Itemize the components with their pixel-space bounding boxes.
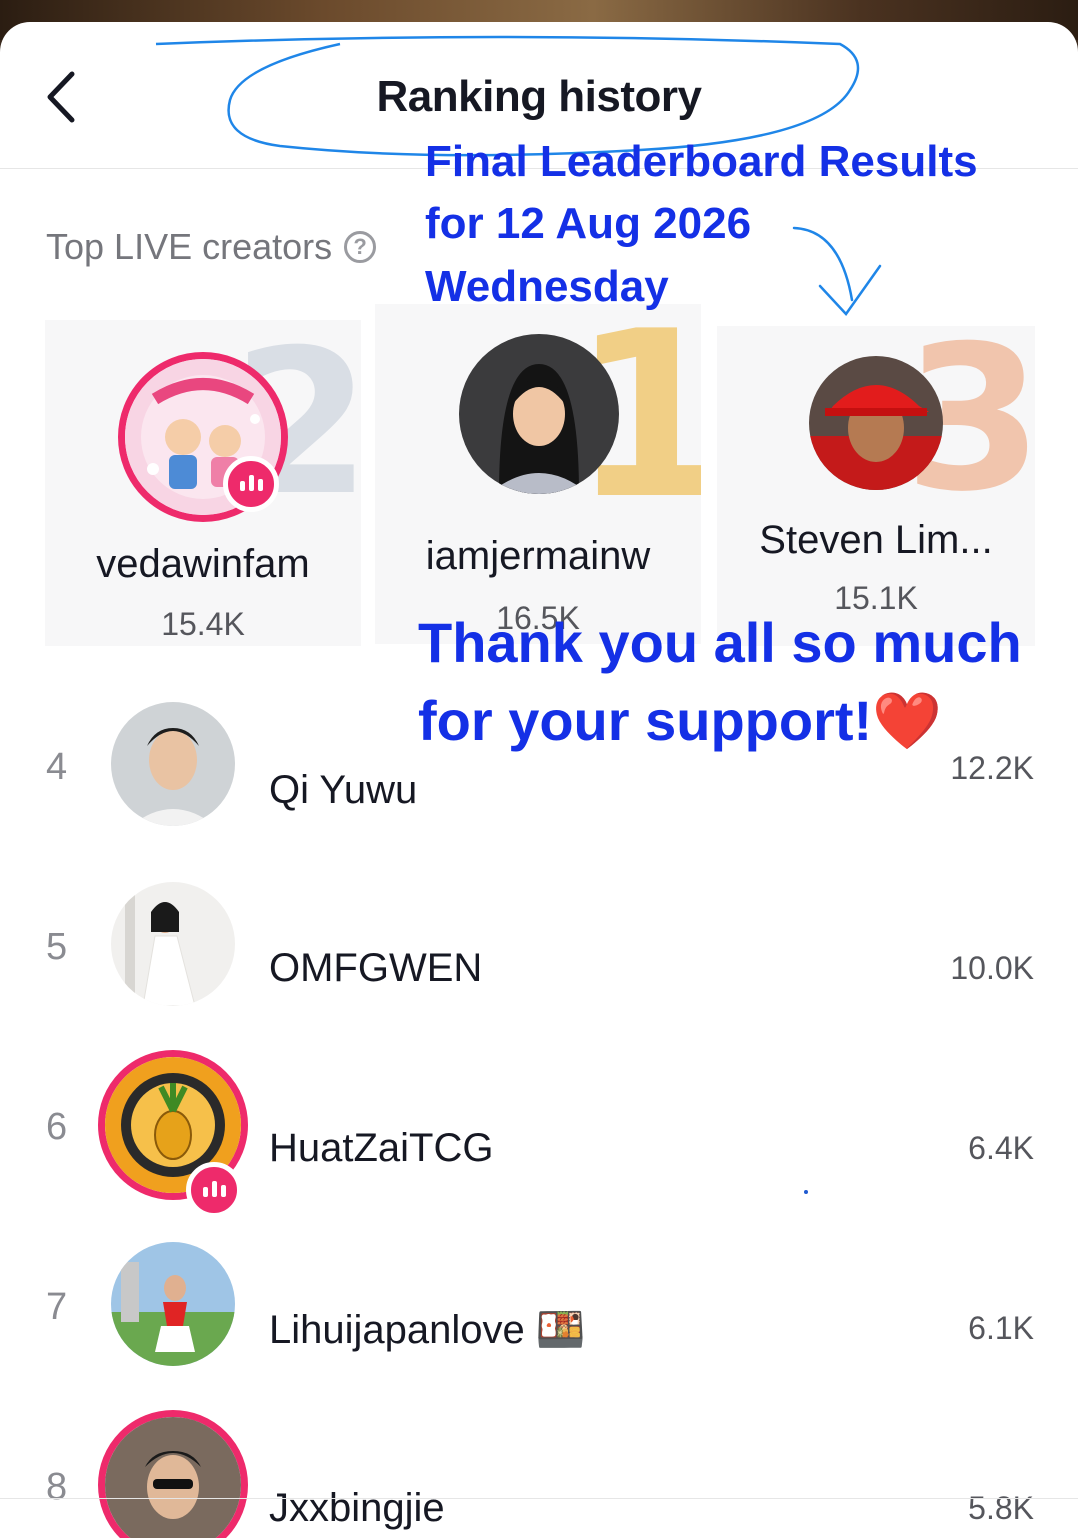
ranking-sheet: Ranking history Top LIVE creators ? 2 ve… [0, 22, 1078, 1538]
section-label: Top LIVE creators [46, 226, 333, 267]
avatar [98, 1410, 248, 1538]
rank-number: 5 [46, 926, 68, 968]
section-header: Top LIVE creators ? [46, 226, 377, 268]
annotation-line-3: Wednesday [425, 262, 669, 311]
annotation-thanks-2: for your support!❤️ [418, 689, 942, 752]
creator-score: 6.4K [968, 1130, 1034, 1166]
podium-card-rank-1[interactable]: 1 iamjermainw 16.5K [375, 304, 701, 644]
annotation-line-2: for 12 Aug 2026 [425, 199, 752, 248]
creator-name: vedawinfam [96, 542, 310, 586]
rank-number: 4 [46, 746, 68, 788]
rank-number: 8 [46, 1466, 68, 1508]
creator-name: Lihuijapanlove 🍱 [269, 1308, 586, 1352]
list-row-rank-5[interactable]: 5 OMFGWEN 10.0K [0, 854, 1078, 1034]
rank-number: 7 [46, 1286, 68, 1328]
list-row-rank-6[interactable]: 6 HuatZaiTCG 6.4K [0, 1034, 1078, 1218]
creator-score: 15.4K [161, 606, 245, 642]
creator-name: Jxxbingjie [269, 1486, 445, 1530]
list-row-rank-8[interactable]: 8 Jxxbingjie 5.8K [0, 1394, 1078, 1538]
creator-score: 12.2K [950, 750, 1034, 786]
help-icon[interactable]: ? [344, 231, 377, 263]
avatar [809, 356, 943, 490]
annotation-line-1: Final Leaderboard Results [425, 137, 978, 186]
creator-name: iamjermainw [425, 534, 651, 578]
live-badge-icon [186, 1162, 242, 1218]
creator-name: Qi Yuwu [269, 768, 418, 812]
avatar [111, 702, 235, 826]
annotation-thanks-1: Thank you all so much [418, 611, 1022, 674]
creator-score: 5.8K [968, 1490, 1034, 1526]
creator-score: 6.1K [968, 1310, 1034, 1346]
podium-card-rank-2[interactable]: 2 vedawinfam 15.4K [45, 320, 361, 646]
creator-name: HuatZaiTCG [269, 1126, 494, 1170]
rank-number: 6 [46, 1106, 68, 1148]
podium-card-rank-3[interactable]: 3 Steven Lim... 15.1K [717, 326, 1035, 646]
creator-name: OMFGWEN [269, 946, 483, 990]
page-title: Ranking history [376, 72, 703, 121]
avatar [459, 334, 619, 494]
creator-score: 10.0K [950, 950, 1034, 986]
live-badge-icon [223, 456, 279, 512]
creator-name: Steven Lim... [759, 518, 993, 562]
list-row-rank-7[interactable]: 7 Lihuijapanlove 🍱 6.1K [0, 1214, 1078, 1394]
avatar [111, 1242, 235, 1366]
avatar [111, 882, 235, 1006]
bottom-divider [0, 1498, 1078, 1499]
